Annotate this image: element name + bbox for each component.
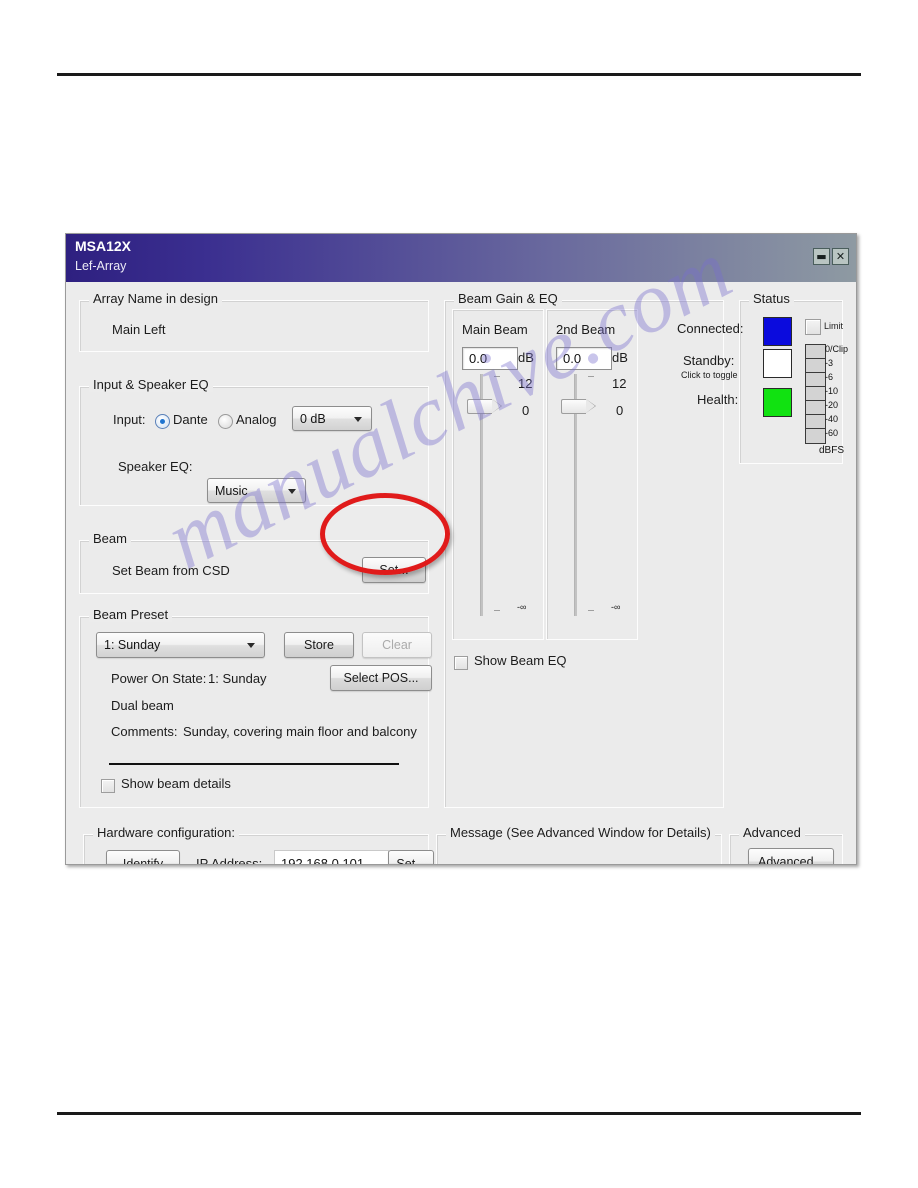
input-gain-combo[interactable]: 0 dB (292, 406, 372, 431)
group-beam: Beam Set Beam from CSD Set... (79, 531, 429, 594)
input-gain-combo-value: 0 dB (300, 411, 326, 426)
window-controls: ▬ ✕ (813, 248, 849, 265)
second-beam-scale-mid: 0 (616, 403, 624, 418)
input-label: Input: (113, 412, 146, 427)
chevron-down-icon (288, 488, 296, 494)
speaker-eq-combo[interactable]: Music (207, 478, 306, 503)
meter-label-5: -40 (825, 414, 839, 424)
meter-label-3: -10 (825, 386, 839, 396)
show-beam-eq-checkbox[interactable] (454, 656, 468, 670)
group-title-beam-gain-eq: Beam Gain & EQ (454, 291, 562, 306)
speaker-eq-label: Speaker EQ: (118, 459, 193, 474)
level-meter (805, 344, 826, 444)
comments-value: Sunday, covering main floor and balcony (183, 724, 417, 739)
window-body: Array Name in design Main Left Input & S… (66, 282, 856, 864)
group-hardware-configuration: Hardware configuration: Identify IP Addr… (83, 825, 434, 865)
power-on-state-label: Power On State: (111, 671, 207, 686)
group-array-name: Array Name in design Main Left (79, 291, 429, 352)
connected-label: Connected: (677, 321, 744, 336)
group-input-speaker-eq: Input & Speaker EQ Input: Dante Analog 0… (79, 377, 429, 506)
second-beam-slider[interactable] (556, 374, 612, 616)
beam-mode-label: Dual beam (111, 698, 174, 713)
main-beam-scale-bottom: -∞ (517, 602, 527, 612)
window-titlebar[interactable]: MSA12X Lef-Array ▬ ✕ (66, 234, 856, 282)
radio-dante[interactable] (155, 414, 170, 429)
limit-indicator (805, 319, 821, 335)
store-button[interactable]: Store (284, 632, 354, 658)
group-title-beam-preset: Beam Preset (89, 607, 173, 622)
main-beam-gain-unit: dB (518, 350, 534, 365)
group-title-beam: Beam (89, 531, 131, 546)
standby-indicator[interactable] (763, 349, 792, 378)
radio-analog-label[interactable]: Analog (236, 412, 276, 427)
ip-address-label: IP Address: (196, 856, 263, 865)
group-title-input-speaker-eq: Input & Speaker EQ (89, 377, 213, 392)
main-beam-scale-mid: 0 (522, 403, 530, 418)
limit-label: Limit (824, 321, 844, 331)
health-label: Health: (697, 392, 739, 407)
meter-label-4: -20 (825, 400, 839, 410)
second-beam-gain-field[interactable]: 0.0 (556, 347, 612, 370)
set-beam-from-csd-label: Set Beam from CSD (112, 563, 230, 578)
set-beam-button[interactable]: Set... (362, 557, 426, 583)
second-beam-gain-unit: dB (612, 350, 628, 365)
clear-button: Clear (362, 632, 432, 658)
second-beam-label: 2nd Beam (556, 322, 616, 337)
msa12x-window: MSA12X Lef-Array ▬ ✕ Array Name in desig… (65, 233, 857, 865)
second-beam-scale-top: 12 (612, 376, 627, 391)
connected-indicator (763, 317, 792, 346)
identify-button[interactable]: Identify (106, 850, 180, 864)
meter-label-6: -60 (825, 428, 839, 438)
meter-label-1: -3 (825, 358, 834, 368)
meter-label-2: -6 (825, 372, 834, 382)
meter-label-0: 0/Clip (825, 344, 849, 354)
main-beam-scale-top: 12 (518, 376, 533, 391)
window-title: MSA12X (75, 238, 132, 254)
standby-label: Standby: (683, 353, 735, 368)
radio-analog[interactable] (218, 414, 233, 429)
page-rule-bottom (57, 1112, 861, 1115)
main-beam-gain-field[interactable]: 0.0 (462, 347, 518, 370)
group-message: Message (See Advanced Window for Details… (436, 825, 722, 864)
comments-label: Comments: (111, 724, 178, 739)
group-advanced: Advanced Advanced... (729, 825, 843, 864)
group-title-message: Message (See Advanced Window for Details… (446, 825, 715, 840)
speaker-eq-combo-value: Music (215, 483, 248, 498)
radio-dante-label[interactable]: Dante (173, 412, 208, 427)
window-subtitle: Lef-Array (75, 259, 127, 273)
group-title-hardware-configuration: Hardware configuration: (93, 825, 240, 840)
beam-preset-combo[interactable]: 1: Sunday (96, 632, 265, 658)
group-title-status: Status (749, 291, 794, 306)
standby-sublabel: Click to toggle (681, 370, 738, 380)
close-icon[interactable]: ✕ (832, 248, 849, 265)
advanced-button[interactable]: Advanced... (748, 848, 834, 864)
health-indicator (763, 388, 792, 417)
chevron-down-icon (247, 643, 255, 648)
show-beam-details-checkbox[interactable] (101, 779, 115, 793)
meter-unit-label: dBFS (819, 445, 845, 456)
ip-address-field[interactable]: 192.168.0.101 (274, 850, 389, 864)
beam-preset-divider (109, 763, 399, 765)
main-beam-label: Main Beam (462, 322, 528, 337)
main-beam-slider[interactable] (462, 374, 518, 616)
power-on-state-value: 1: Sunday (208, 671, 267, 686)
show-beam-details-label[interactable]: Show beam details (121, 776, 231, 791)
group-title-advanced: Advanced (739, 825, 805, 840)
ip-set-button[interactable]: Set... (388, 850, 434, 864)
page-rule-top (57, 73, 861, 76)
second-beam-scale-bottom: -∞ (611, 602, 621, 612)
minimize-icon[interactable]: ▬ (813, 248, 830, 265)
beam-preset-combo-value: 1: Sunday (104, 638, 161, 652)
group-status: Status Connected: Standby: Click to togg… (677, 291, 848, 464)
array-name-value: Main Left (112, 322, 166, 337)
group-beam-preset: Beam Preset 1: Sunday Store Clear Power … (79, 607, 432, 808)
group-title-array-name: Array Name in design (89, 291, 222, 306)
show-beam-eq-label[interactable]: Show Beam EQ (474, 653, 567, 668)
select-pos-button[interactable]: Select POS... (330, 665, 432, 691)
chevron-down-icon (354, 416, 362, 422)
